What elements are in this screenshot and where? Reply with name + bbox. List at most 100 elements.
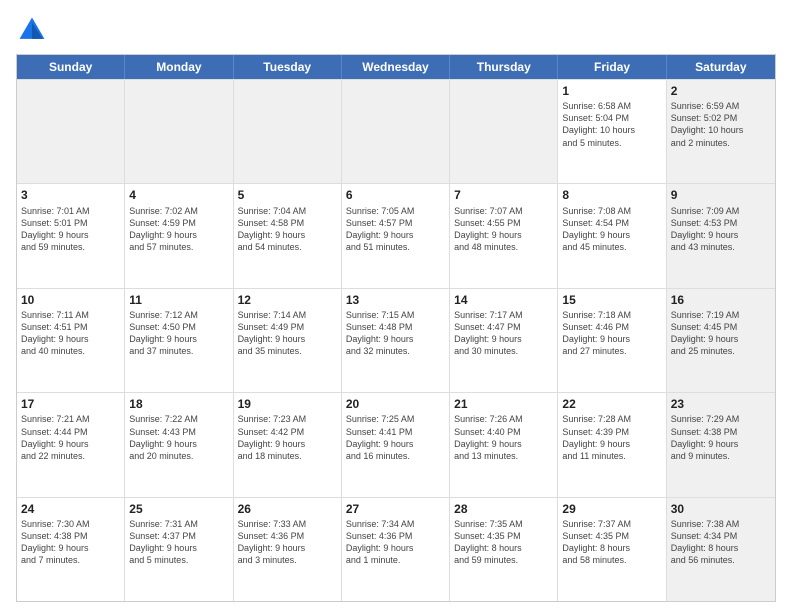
day-info: Sunrise: 7:11 AM Sunset: 4:51 PM Dayligh… <box>21 309 120 358</box>
day-info: Sunrise: 7:21 AM Sunset: 4:44 PM Dayligh… <box>21 413 120 462</box>
day-number: 10 <box>21 292 120 308</box>
week-row-5: 24Sunrise: 7:30 AM Sunset: 4:38 PM Dayli… <box>17 497 775 601</box>
day-cell-6: 6 Sunrise: 7:05 AM Sunset: 4:57 PM Daylig… <box>342 184 450 287</box>
day-info: Sunrise: 7:18 AM Sunset: 4:46 PM Dayligh… <box>562 309 661 358</box>
day-cell-2: 2Sunrise: 6:59 AM Sunset: 5:02 PM Daylig… <box>667 80 775 183</box>
day-info: Sunrise: 7:23 AM Sunset: 4:42 PM Dayligh… <box>238 413 337 462</box>
day-cell-5: 5 Sunrise: 7:04 AM Sunset: 4:58 PM Daylig… <box>234 184 342 287</box>
day-info: Sunrise: 7:33 AM Sunset: 4:36 PM Dayligh… <box>238 518 337 567</box>
day-info: Sunrise: 7:37 AM Sunset: 4:35 PM Dayligh… <box>562 518 661 567</box>
day-cell-10: 10Sunrise: 7:11 AM Sunset: 4:51 PM Dayli… <box>17 289 125 392</box>
logo <box>16 14 52 46</box>
day-cell-7: 7 Sunrise: 7:07 AM Sunset: 4:55 PM Daylig… <box>450 184 558 287</box>
day-cell-29: 29Sunrise: 7:37 AM Sunset: 4:35 PM Dayli… <box>558 498 666 601</box>
day-number: 12 <box>238 292 337 308</box>
day-cell-9: 9Sunrise: 7:09 AM Sunset: 4:53 PM Daylig… <box>667 184 775 287</box>
day-cell-20: 20Sunrise: 7:25 AM Sunset: 4:41 PM Dayli… <box>342 393 450 496</box>
day-info: Sunrise: 7:28 AM Sunset: 4:39 PM Dayligh… <box>562 413 661 462</box>
day-cell-14: 14Sunrise: 7:17 AM Sunset: 4:47 PM Dayli… <box>450 289 558 392</box>
day-cell-18: 18Sunrise: 7:22 AM Sunset: 4:43 PM Dayli… <box>125 393 233 496</box>
day-number: 2 <box>671 83 771 99</box>
day-cell-17: 17Sunrise: 7:21 AM Sunset: 4:44 PM Dayli… <box>17 393 125 496</box>
day-info: Sunrise: 7:14 AM Sunset: 4:49 PM Dayligh… <box>238 309 337 358</box>
day-info: Sunrise: 7:01 AM Sunset: 5:01 PM Dayligh… <box>21 205 120 254</box>
header <box>16 14 776 46</box>
day-info: Sunrise: 6:58 AM Sunset: 5:04 PM Dayligh… <box>562 100 661 149</box>
day-number: 29 <box>562 501 661 517</box>
day-number: 25 <box>129 501 228 517</box>
day-info: Sunrise: 7:26 AM Sunset: 4:40 PM Dayligh… <box>454 413 553 462</box>
empty-cell <box>450 80 558 183</box>
day-number: 7 <box>454 187 553 203</box>
day-info: Sunrise: 7:02 AM Sunset: 4:59 PM Dayligh… <box>129 205 228 254</box>
day-number: 30 <box>671 501 771 517</box>
day-info: Sunrise: 7:12 AM Sunset: 4:50 PM Dayligh… <box>129 309 228 358</box>
day-cell-24: 24Sunrise: 7:30 AM Sunset: 4:38 PM Dayli… <box>17 498 125 601</box>
day-number: 24 <box>21 501 120 517</box>
day-number: 27 <box>346 501 445 517</box>
day-info: Sunrise: 6:59 AM Sunset: 5:02 PM Dayligh… <box>671 100 771 149</box>
day-number: 28 <box>454 501 553 517</box>
day-cell-8: 8Sunrise: 7:08 AM Sunset: 4:54 PM Daylig… <box>558 184 666 287</box>
calendar-body: 1Sunrise: 6:58 AM Sunset: 5:04 PM Daylig… <box>17 79 775 601</box>
day-cell-3: 3 Sunrise: 7:01 AM Sunset: 5:01 PM Daylig… <box>17 184 125 287</box>
day-number: 23 <box>671 396 771 412</box>
page: SundayMondayTuesdayWednesdayThursdayFrid… <box>0 0 792 612</box>
day-number: 18 <box>129 396 228 412</box>
day-info: Sunrise: 7:25 AM Sunset: 4:41 PM Dayligh… <box>346 413 445 462</box>
day-info: Sunrise: 7:22 AM Sunset: 4:43 PM Dayligh… <box>129 413 228 462</box>
header-day-friday: Friday <box>558 55 666 79</box>
day-cell-23: 23Sunrise: 7:29 AM Sunset: 4:38 PM Dayli… <box>667 393 775 496</box>
day-cell-25: 25Sunrise: 7:31 AM Sunset: 4:37 PM Dayli… <box>125 498 233 601</box>
logo-icon <box>16 14 48 46</box>
day-info: Sunrise: 7:04 AM Sunset: 4:58 PM Dayligh… <box>238 205 337 254</box>
day-info: Sunrise: 7:17 AM Sunset: 4:47 PM Dayligh… <box>454 309 553 358</box>
week-row-1: 1Sunrise: 6:58 AM Sunset: 5:04 PM Daylig… <box>17 79 775 183</box>
day-cell-27: 27Sunrise: 7:34 AM Sunset: 4:36 PM Dayli… <box>342 498 450 601</box>
day-number: 15 <box>562 292 661 308</box>
day-cell-15: 15Sunrise: 7:18 AM Sunset: 4:46 PM Dayli… <box>558 289 666 392</box>
header-day-thursday: Thursday <box>450 55 558 79</box>
day-info: Sunrise: 7:07 AM Sunset: 4:55 PM Dayligh… <box>454 205 553 254</box>
day-cell-26: 26Sunrise: 7:33 AM Sunset: 4:36 PM Dayli… <box>234 498 342 601</box>
day-number: 21 <box>454 396 553 412</box>
header-day-tuesday: Tuesday <box>234 55 342 79</box>
day-info: Sunrise: 7:34 AM Sunset: 4:36 PM Dayligh… <box>346 518 445 567</box>
week-row-2: 3 Sunrise: 7:01 AM Sunset: 5:01 PM Daylig… <box>17 183 775 287</box>
day-info: Sunrise: 7:31 AM Sunset: 4:37 PM Dayligh… <box>129 518 228 567</box>
day-info: Sunrise: 7:30 AM Sunset: 4:38 PM Dayligh… <box>21 518 120 567</box>
header-day-saturday: Saturday <box>667 55 775 79</box>
day-number: 17 <box>21 396 120 412</box>
day-number: 5 <box>238 187 337 203</box>
day-cell-4: 4Sunrise: 7:02 AM Sunset: 4:59 PM Daylig… <box>125 184 233 287</box>
day-info: Sunrise: 7:15 AM Sunset: 4:48 PM Dayligh… <box>346 309 445 358</box>
day-cell-1: 1Sunrise: 6:58 AM Sunset: 5:04 PM Daylig… <box>558 80 666 183</box>
day-cell-16: 16Sunrise: 7:19 AM Sunset: 4:45 PM Dayli… <box>667 289 775 392</box>
calendar-header: SundayMondayTuesdayWednesdayThursdayFrid… <box>17 55 775 79</box>
empty-cell <box>17 80 125 183</box>
day-number: 19 <box>238 396 337 412</box>
day-cell-11: 11Sunrise: 7:12 AM Sunset: 4:50 PM Dayli… <box>125 289 233 392</box>
day-info: Sunrise: 7:19 AM Sunset: 4:45 PM Dayligh… <box>671 309 771 358</box>
day-cell-22: 22Sunrise: 7:28 AM Sunset: 4:39 PM Dayli… <box>558 393 666 496</box>
day-info: Sunrise: 7:09 AM Sunset: 4:53 PM Dayligh… <box>671 205 771 254</box>
day-number: 8 <box>562 187 661 203</box>
day-number: 1 <box>562 83 661 99</box>
day-cell-19: 19Sunrise: 7:23 AM Sunset: 4:42 PM Dayli… <box>234 393 342 496</box>
header-day-monday: Monday <box>125 55 233 79</box>
week-row-3: 10Sunrise: 7:11 AM Sunset: 4:51 PM Dayli… <box>17 288 775 392</box>
empty-cell <box>342 80 450 183</box>
day-number: 3 <box>21 187 120 203</box>
header-day-wednesday: Wednesday <box>342 55 450 79</box>
day-number: 16 <box>671 292 771 308</box>
day-info: Sunrise: 7:35 AM Sunset: 4:35 PM Dayligh… <box>454 518 553 567</box>
day-cell-13: 13Sunrise: 7:15 AM Sunset: 4:48 PM Dayli… <box>342 289 450 392</box>
day-cell-30: 30Sunrise: 7:38 AM Sunset: 4:34 PM Dayli… <box>667 498 775 601</box>
day-number: 11 <box>129 292 228 308</box>
week-row-4: 17Sunrise: 7:21 AM Sunset: 4:44 PM Dayli… <box>17 392 775 496</box>
day-number: 6 <box>346 187 445 203</box>
calendar: SundayMondayTuesdayWednesdayThursdayFrid… <box>16 54 776 602</box>
day-cell-28: 28Sunrise: 7:35 AM Sunset: 4:35 PM Dayli… <box>450 498 558 601</box>
day-info: Sunrise: 7:05 AM Sunset: 4:57 PM Dayligh… <box>346 205 445 254</box>
day-info: Sunrise: 7:29 AM Sunset: 4:38 PM Dayligh… <box>671 413 771 462</box>
